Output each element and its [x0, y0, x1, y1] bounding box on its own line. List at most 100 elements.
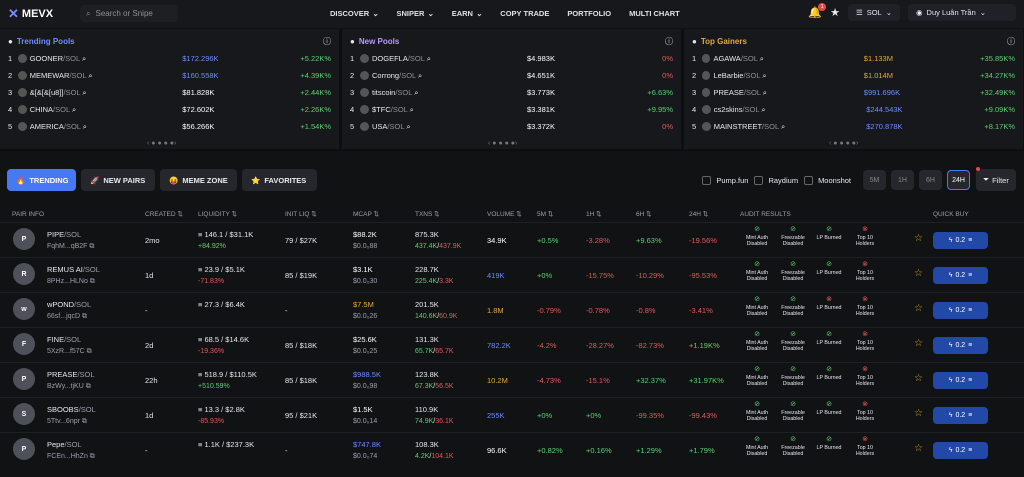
- search-icon[interactable]: ⌕: [414, 88, 418, 97]
- search-icon[interactable]: ⌕: [88, 71, 92, 80]
- menu-item-discover[interactable]: DISCOVER ⌄: [330, 9, 378, 18]
- tab-meme-zone[interactable]: 😝 MEME ZONE: [160, 169, 237, 191]
- menu-item-portfolio[interactable]: PORTFOLIO: [567, 9, 611, 18]
- search-icon[interactable]: ⌕: [418, 71, 422, 80]
- list-item[interactable]: 4 $TFC/SOL ⌕ $3.381K +9.95%: [350, 101, 673, 118]
- table-row[interactable]: R REMUS AI/SOL 8PHz...HLNo ⧉ 1d ≡ 23.9 / …: [0, 257, 1024, 292]
- quick-buy-button[interactable]: ϟ 0.2 ≡: [933, 442, 988, 459]
- list-item[interactable]: 2 Corrong/SOL ⌕ $4.651K 0%: [350, 67, 673, 84]
- table-row[interactable]: w wPOND/SOL 66sf...jqcD ⧉ - ≡ 27.3 / $6.4…: [0, 292, 1024, 327]
- quick-buy-button[interactable]: ϟ 0.2 ≡: [933, 232, 988, 249]
- list-item[interactable]: 3 titscoin/SOL ⌕ $3.773K +6.63%: [350, 84, 673, 101]
- favorite-star-icon[interactable]: ☆: [914, 303, 923, 314]
- user-menu[interactable]: ◉ Duy Luân Trần ⌄: [908, 4, 1016, 21]
- pagination-dots[interactable]: ‹ ● ● ● ●›: [147, 140, 176, 147]
- column-header[interactable]: 1H ⇅: [586, 210, 602, 218]
- list-item[interactable]: 5 AMERICA/SOL ⌕ $56.266K +1.54K%: [8, 118, 331, 135]
- search-icon[interactable]: ⌕: [781, 122, 785, 131]
- column-header[interactable]: 5M ⇅: [537, 210, 553, 218]
- quick-buy-button[interactable]: ϟ 0.2 ≡: [933, 407, 988, 424]
- list-item[interactable]: 1 GOONER/SOL ⌕ $172.296K +5.22K%: [8, 50, 331, 67]
- help-icon[interactable]: ⓘ: [1007, 36, 1015, 47]
- tab-new-pairs[interactable]: 🚀 NEW PAIRS: [81, 169, 155, 191]
- chain-selector[interactable]: ☰ SOL ⌄: [847, 4, 900, 21]
- search-icon[interactable]: ⌕: [762, 71, 766, 80]
- checkbox[interactable]: [804, 175, 814, 185]
- pair-address[interactable]: 5Ttv...6npr ⧉: [47, 418, 96, 426]
- column-header[interactable]: 6H ⇅: [636, 210, 652, 218]
- search-icon[interactable]: ⌕: [82, 88, 86, 97]
- favorite-star-icon[interactable]: ☆: [914, 443, 923, 454]
- pair-address[interactable]: 5XzR...f57C ⧉: [47, 348, 92, 356]
- search-icon[interactable]: ⌕: [760, 54, 764, 63]
- list-item[interactable]: 1 AGAWA/SOL ⌕ $1.133M +35.85K%: [692, 50, 1015, 67]
- timeframe-5m[interactable]: 5M: [863, 170, 886, 190]
- column-header[interactable]: TXNS ⇅: [415, 210, 440, 218]
- column-header[interactable]: 24H ⇅: [689, 210, 708, 218]
- column-header[interactable]: CREATED ⇅: [145, 210, 183, 218]
- filter-moonshot[interactable]: Moonshot: [804, 175, 851, 185]
- quick-buy-button[interactable]: ϟ 0.2 ≡: [933, 267, 988, 284]
- pagination-dots[interactable]: ‹ ● ● ● ●›: [488, 140, 517, 147]
- quick-buy-button[interactable]: ϟ 0.2 ≡: [933, 372, 988, 389]
- search-icon[interactable]: ⌕: [761, 105, 765, 114]
- table-row[interactable]: S SBOOBS/SOL 5Ttv...6npr ⧉ 1d ≡ 13.3 / $2…: [0, 397, 1024, 432]
- filter-pumpfun[interactable]: Pump.fun: [702, 175, 748, 185]
- pair-address[interactable]: 66sf...jqcD ⧉: [47, 313, 91, 321]
- pair-address[interactable]: BzWy...tjKU ⧉: [47, 383, 95, 391]
- tab-favorites[interactable]: ⭐ FAVORITES: [242, 169, 317, 191]
- timeframe-24h[interactable]: 24H: [947, 170, 970, 190]
- search-icon[interactable]: ⌕: [406, 122, 410, 131]
- list-item[interactable]: 3 &[&[&[u8]]/SOL ⌕ $81.828K +2.44K%: [8, 84, 331, 101]
- column-header[interactable]: PAIR INFO: [12, 211, 44, 218]
- notification-icon[interactable]: 🔔 1: [808, 3, 827, 19]
- favorite-star-icon[interactable]: ☆: [914, 408, 923, 419]
- list-item[interactable]: 2 MEMEWAR/SOL ⌕ $160.558K +4.39K%: [8, 67, 331, 84]
- search-input[interactable]: ⌕ Search or Snipe: [80, 5, 178, 22]
- menu-item-earn[interactable]: EARN ⌄: [452, 9, 483, 18]
- help-icon[interactable]: ⓘ: [665, 36, 673, 47]
- column-header[interactable]: MCAP ⇅: [353, 210, 379, 218]
- favorite-star-icon[interactable]: ★: [830, 6, 840, 19]
- menu-item-sniper[interactable]: SNIPER ⌄: [396, 9, 433, 18]
- favorite-star-icon[interactable]: ☆: [914, 233, 923, 244]
- list-item[interactable]: 1 DOGEFLA/SOL ⌕ $4.983K 0%: [350, 50, 673, 67]
- quick-buy-button[interactable]: ϟ 0.2 ≡: [933, 302, 988, 319]
- table-row[interactable]: F FINE/SOL 5XzR...f57C ⧉ 2d ≡ 68.5 / $14.…: [0, 327, 1024, 362]
- pagination-dots[interactable]: ‹ ● ● ● ●›: [829, 140, 858, 147]
- table-row[interactable]: P PIPE/SOL FqhM...qB2F ⧉ 2mo ≡ 146.1 / $3…: [0, 222, 1024, 257]
- menu-item-multi-chart[interactable]: MULTI CHART: [629, 9, 680, 18]
- timeframe-1h[interactable]: 1H: [891, 170, 914, 190]
- filter-button[interactable]: ⏷ Filter: [976, 167, 1016, 191]
- table-row[interactable]: P Pepe/SOL FCEn...HhZn ⧉ - ≡ 1.1K / $237.…: [0, 432, 1024, 467]
- search-icon[interactable]: ⌕: [427, 54, 431, 63]
- list-item[interactable]: 2 LeBarbie/SOL ⌕ $1.014M +34.27K%: [692, 67, 1015, 84]
- list-item[interactable]: 4 cs2skins/SOL ⌕ $244.543K +9.09K%: [692, 101, 1015, 118]
- quick-buy-button[interactable]: ϟ 0.2 ≡: [933, 337, 988, 354]
- filter-raydium[interactable]: Raydium: [754, 175, 798, 185]
- pair-address[interactable]: 8PHz...HLNo ⧉: [47, 278, 100, 286]
- pair-address[interactable]: FqhM...qB2F ⧉: [47, 243, 94, 251]
- help-icon[interactable]: ⓘ: [323, 36, 331, 47]
- table-row[interactable]: P PREASE/SOL BzWy...tjKU ⧉ 22h ≡ 518.9 / …: [0, 362, 1024, 397]
- column-header[interactable]: AUDIT RESULTS: [740, 211, 791, 218]
- column-header[interactable]: LIQUIDITY ⇅: [198, 210, 237, 218]
- column-header[interactable]: VOLUME ⇅: [487, 210, 522, 218]
- search-icon[interactable]: ⌕: [83, 122, 87, 131]
- search-icon[interactable]: ⌕: [410, 105, 414, 114]
- timeframe-6h[interactable]: 6H: [919, 170, 942, 190]
- favorite-star-icon[interactable]: ☆: [914, 373, 923, 384]
- pair-address[interactable]: FCEn...HhZn ⧉: [47, 453, 95, 461]
- list-item[interactable]: 3 PREASE/SOL ⌕ $991.696K +32.49K%: [692, 84, 1015, 101]
- tab-trending[interactable]: 🔥 TRENDING: [7, 169, 76, 191]
- search-icon[interactable]: ⌕: [82, 54, 86, 63]
- search-icon[interactable]: ⌕: [763, 88, 767, 97]
- list-item[interactable]: 5 USA/SOL ⌕ $3.372K 0%: [350, 118, 673, 135]
- menu-item-copy-trade[interactable]: COPY TRADE: [500, 9, 549, 18]
- checkbox[interactable]: [702, 175, 712, 185]
- favorite-star-icon[interactable]: ☆: [914, 338, 923, 349]
- column-header[interactable]: QUICK BUY: [933, 211, 969, 218]
- favorite-star-icon[interactable]: ☆: [914, 268, 923, 279]
- search-icon[interactable]: ⌕: [72, 105, 76, 114]
- checkbox[interactable]: [754, 175, 764, 185]
